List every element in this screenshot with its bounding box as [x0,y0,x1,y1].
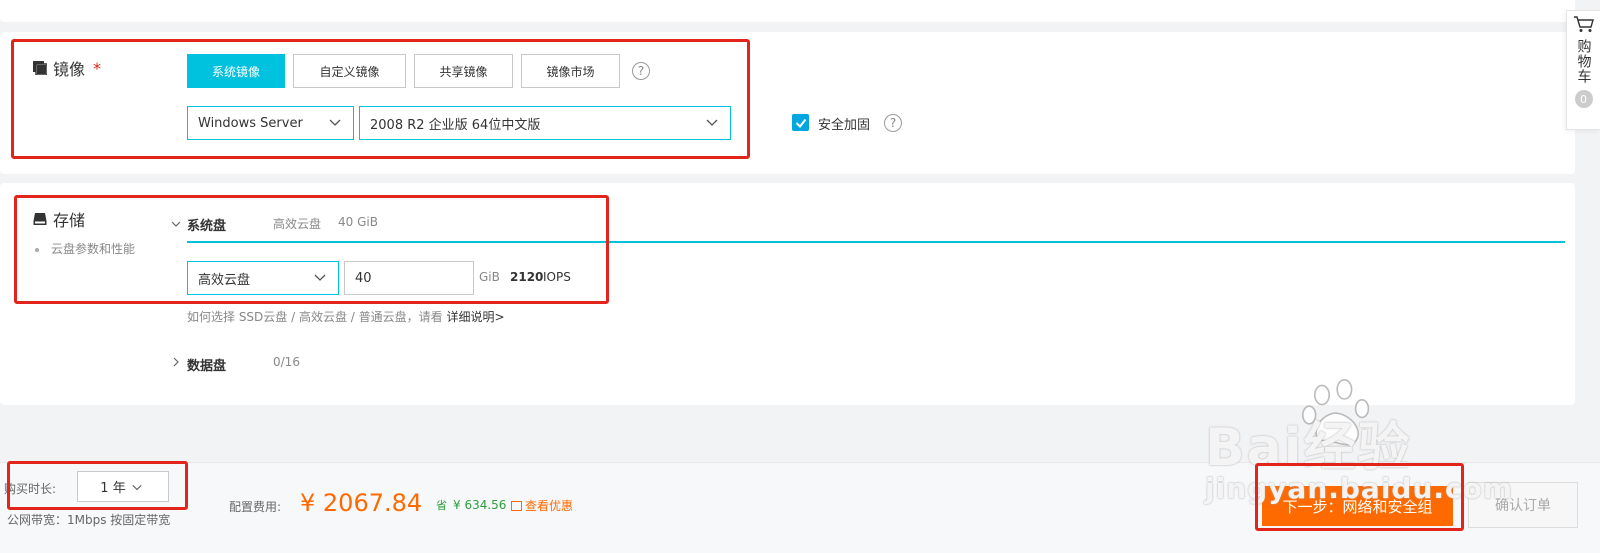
security-help-icon[interactable]: ? [884,114,902,132]
storage-bullet-text: 云盘参数和性能 [51,242,136,256]
system-disk-type-value: 高效云盘 [198,272,251,288]
chevron-down-icon [132,484,142,491]
required-mark: * [93,58,102,78]
system-disk-iops-value: 2120 [510,270,544,284]
os-version-select[interactable]: 2008 R2 企业版 64位中文版 [359,106,731,140]
data-disk-label[interactable]: 数据盘 [187,355,226,374]
storage-section-title: 存储 [33,207,85,231]
discount-link[interactable]: 查看优惠 [511,497,573,514]
chevron-down-icon[interactable] [171,219,181,229]
tab-custom-image[interactable]: 自定义镜像 [293,54,406,88]
image-section-title: 镜像 * [33,56,101,80]
system-disk-iops-unit: IOPS [543,270,571,284]
chevron-down-icon [314,274,326,281]
bullet-dot [35,247,39,252]
discount-text: 查看优惠 [525,499,574,513]
os-type-value: Windows Server [198,115,303,131]
storage-title-text: 存储 [53,211,86,230]
cart-icon [1573,16,1594,32]
watermark-url: jingyan.baidu.com [1205,472,1514,505]
system-disk-summary-type: 高效云盘 [273,217,322,231]
disk-icon [33,213,47,225]
system-disk-divider [187,241,1565,243]
watermark-brand: Bai经验 [1205,418,1412,478]
os-version-value: 2008 R2 企业版 64位中文版 [370,117,541,133]
system-disk-type-select[interactable]: 高效云盘 [187,261,339,295]
chevron-down-icon [706,119,718,126]
image-help-icon[interactable]: ? [632,62,650,80]
tab-image-market[interactable]: 镜像市场 [521,54,620,88]
tab-shared-image[interactable]: 共享镜像 [414,54,513,88]
disk-hint-text: 如何选择 SSD云盘 / 高效云盘 / 普通云盘，请看 [187,310,443,324]
system-disk-unit: GiB [479,270,500,284]
save-icon: 省 [436,499,447,512]
os-type-select[interactable]: Windows Server [187,106,354,140]
checkmark-icon [795,118,806,128]
details-link[interactable]: 详细说明> [446,310,504,324]
disk-hint: 如何选择 SSD云盘 / 高效云盘 / 普通云盘，请看 详细说明> [187,308,505,325]
cart-label: 购物车 [1575,39,1592,84]
cart-count: 0 [1574,90,1593,108]
image-title-text: 镜像 [53,60,86,79]
security-hardening-label: 安全加固 [818,118,871,133]
duration-value: 1 年 [100,481,126,496]
security-hardening-checkbox[interactable] [792,114,809,131]
duration-label: 购买时长: [4,482,57,496]
cart-widget[interactable]: 购物车 0 [1566,10,1600,130]
chevron-right-icon[interactable] [171,357,181,367]
gift-icon [511,501,522,511]
system-disk-label[interactable]: 系统盘 [187,215,226,234]
config-fee-label: 配置费用: [229,500,282,514]
chevron-down-icon [329,119,341,126]
system-disk-size-input[interactable]: 40 [344,261,474,295]
system-disk-size-value: 40 [355,270,372,286]
bandwidth-text: 公网带宽：1Mbps 按固定带宽 [7,513,171,527]
price-value: ¥ 2067.84 [300,489,423,517]
save-amount: ¥ 634.56 [453,498,507,512]
data-disk-count: 0/16 [273,355,300,369]
system-disk-summary-size: 40 GiB [338,215,378,229]
tab-system-image[interactable]: 系统镜像 [187,54,285,88]
storage-bullet-item[interactable]: 云盘参数和性能 [35,240,135,257]
top-panel [0,0,1575,22]
duration-select[interactable]: 1 年 [77,471,169,502]
image-icon [33,61,47,75]
